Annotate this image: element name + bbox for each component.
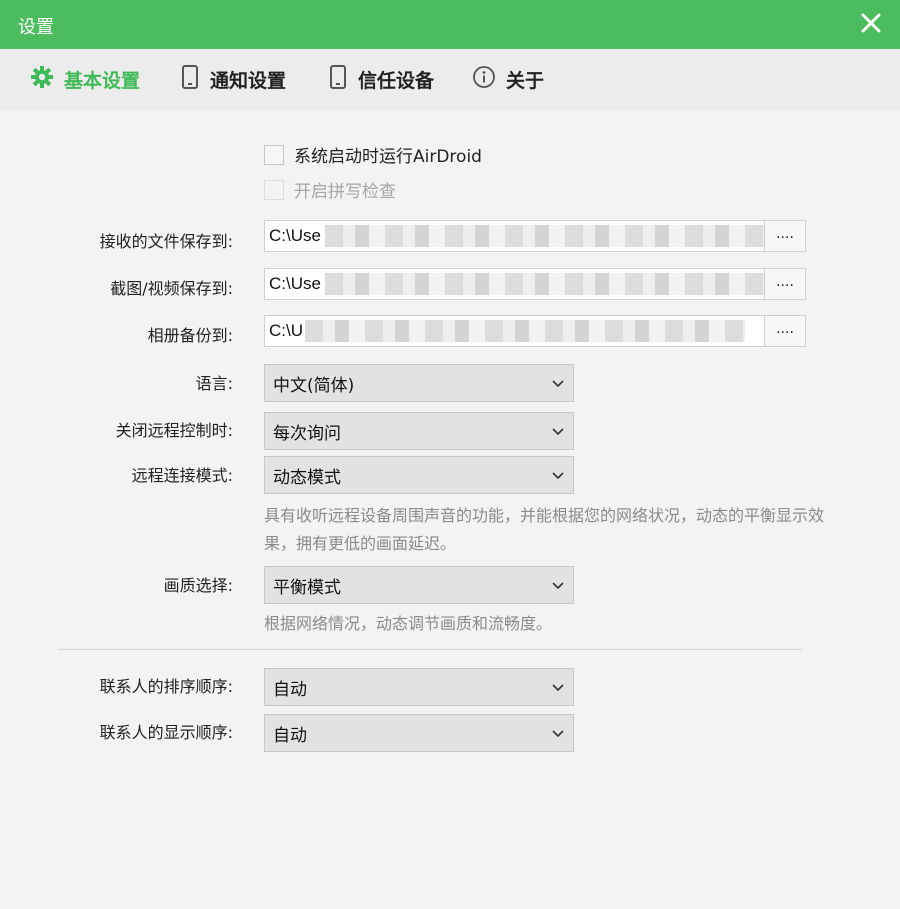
tab-basic-settings[interactable]: 基本设置 xyxy=(30,49,140,110)
album-backup-path-field[interactable]: .... xyxy=(264,315,806,347)
settings-panel: 系统启动时运行AirDroid 开启拼写检查 接收的文件保存到: .... 截图… xyxy=(0,110,900,909)
language-value: 中文(简体) xyxy=(273,375,355,396)
autostart-option[interactable]: 系统启动时运行AirDroid xyxy=(264,142,482,167)
received-files-path-field[interactable]: .... xyxy=(264,220,806,252)
chevron-down-icon xyxy=(551,468,565,482)
close-remote-label: 关闭远程控制时: xyxy=(115,421,233,440)
window-title: 设置 xyxy=(18,17,54,38)
album-backup-browse-button[interactable]: .... xyxy=(764,316,805,346)
close-remote-value: 每次询问 xyxy=(273,423,341,444)
title-bar: 设置 xyxy=(0,0,900,49)
screenshots-browse-button[interactable]: .... xyxy=(764,269,805,299)
phone-icon xyxy=(180,64,210,95)
chevron-down-icon xyxy=(551,424,565,438)
spellcheck-checkbox xyxy=(264,179,284,200)
contact-sort-dropdown[interactable]: 自动 xyxy=(264,668,574,706)
redacted-path-segment xyxy=(305,320,745,342)
redacted-path-segment xyxy=(325,273,765,295)
contact-display-label: 联系人的显示顺序: xyxy=(99,723,233,742)
tab-about[interactable]: 关于 xyxy=(472,49,544,110)
quality-label: 画质选择: xyxy=(163,576,233,595)
quality-dropdown[interactable]: 平衡模式 xyxy=(264,566,574,604)
gear-icon xyxy=(30,65,64,94)
chevron-down-icon xyxy=(551,726,565,740)
quality-value: 平衡模式 xyxy=(273,577,341,598)
tab-trusted-devices[interactable]: 信任设备 xyxy=(328,49,434,110)
contact-display-value: 自动 xyxy=(273,725,307,746)
autostart-label: 系统启动时运行AirDroid xyxy=(294,147,482,167)
close-remote-dropdown[interactable]: 每次询问 xyxy=(264,412,574,450)
chevron-down-icon xyxy=(551,578,565,592)
autostart-checkbox[interactable] xyxy=(264,144,284,165)
remote-mode-value: 动态模式 xyxy=(273,467,341,488)
received-files-label: 接收的文件保存到: xyxy=(99,232,233,251)
album-backup-label: 相册备份到: xyxy=(147,326,233,345)
chevron-down-icon xyxy=(551,680,565,694)
language-label: 语言: xyxy=(195,374,233,393)
tab-label: 通知设置 xyxy=(210,70,287,92)
contact-sort-value: 自动 xyxy=(273,679,307,700)
screenshots-label: 截图/视频保存到: xyxy=(110,279,233,298)
tab-notification-settings[interactable]: 通知设置 xyxy=(180,49,286,110)
close-icon[interactable] xyxy=(860,12,882,34)
phone-icon xyxy=(328,64,358,95)
tab-bar: 基本设置 通知设置 信任设备 关于 xyxy=(0,49,900,110)
received-files-browse-button[interactable]: .... xyxy=(764,221,805,251)
remote-mode-dropdown[interactable]: 动态模式 xyxy=(264,456,574,494)
info-icon xyxy=(472,65,506,94)
spellcheck-option: 开启拼写检查 xyxy=(264,177,396,202)
screenshots-path-field[interactable]: .... xyxy=(264,268,806,300)
tab-label: 关于 xyxy=(506,70,545,92)
chevron-down-icon xyxy=(551,376,565,390)
tab-label: 信任设备 xyxy=(358,70,435,92)
spellcheck-label: 开启拼写检查 xyxy=(294,182,396,202)
quality-hint: 根据网络情况，动态调节画质和流畅度。 xyxy=(264,614,553,633)
contact-display-dropdown[interactable]: 自动 xyxy=(264,714,574,752)
remote-mode-label: 远程连接模式: xyxy=(131,466,233,485)
contact-sort-label: 联系人的排序顺序: xyxy=(99,677,233,696)
section-divider xyxy=(58,649,802,650)
remote-mode-hint: 具有收听远程设备周围声音的功能，并能根据您的网络状况，动态的平衡显示效果，拥有更… xyxy=(264,506,825,553)
language-dropdown[interactable]: 中文(简体) xyxy=(264,364,574,402)
tab-label: 基本设置 xyxy=(64,70,141,92)
redacted-path-segment xyxy=(325,225,765,247)
